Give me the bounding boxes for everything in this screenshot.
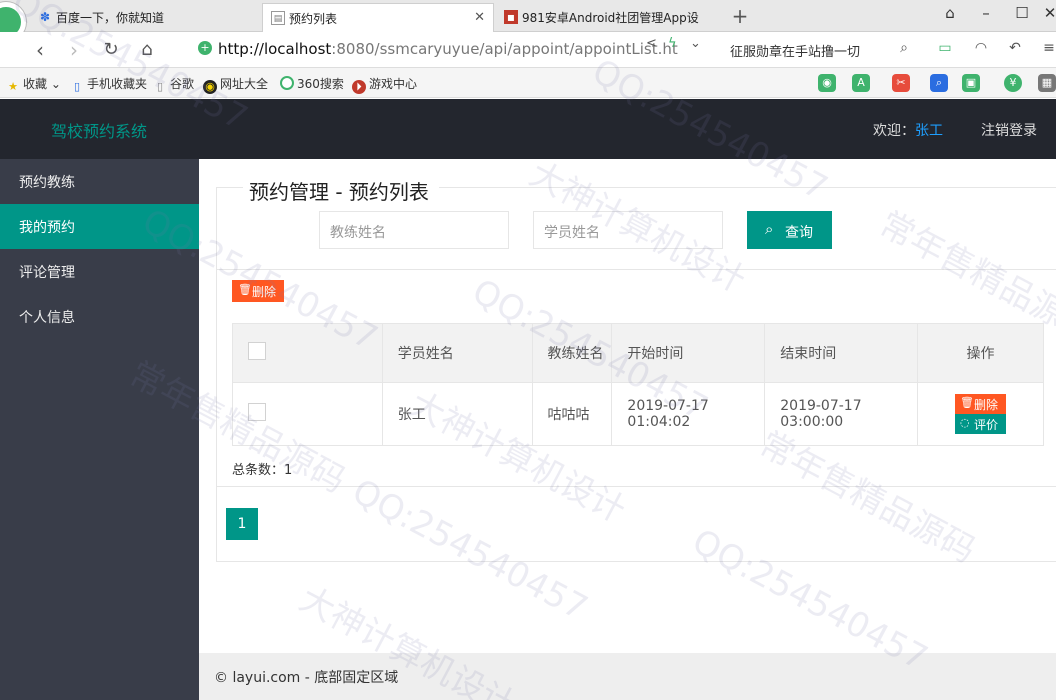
col-end-time: 结束时间 [764,323,919,383]
bookmark-360[interactable]: 360搜索 [280,75,344,92]
select-all-cell [232,323,383,383]
comment-icon: ◌ [960,416,970,429]
col-actions: 操作 [917,323,1044,383]
forward-icon[interactable]: › [62,38,86,62]
footer-text: © layui.com - 底部固定区域 [214,670,399,686]
share-icon[interactable]: < [646,36,657,51]
row-delete-button[interactable]: 🗑 删除 [955,394,1007,414]
batch-delete-button[interactable]: 🗑 删除 [232,280,284,302]
battery-icon[interactable]: ▭ [934,40,956,56]
chevron-down-icon[interactable]: ⌄ [690,36,701,51]
home-icon[interactable]: ⌂ [135,38,159,62]
total-count: 总条数：1 [232,463,293,478]
secure-icon: + [198,41,212,55]
cell-coach: 咕咕咕 [531,382,613,446]
back-icon[interactable]: ‹ [28,38,52,62]
row-select-cell [232,382,383,446]
footer: © layui.com - 底部固定区域 [199,653,1056,700]
bookmark-games[interactable]: ⏵ 游戏中心 [352,75,417,94]
lightning-icon[interactable]: ϟ [668,36,677,51]
url-text: http://localhost:8080/ssmcaryuyue/api/ap… [218,40,678,58]
paw-icon: ✽ [39,10,51,24]
browser-nav-bar: ‹ › ↻ ⌂ + http://localhost:8080/ssmcaryu… [0,32,1056,68]
search-button[interactable]: ⌕ 查询 [747,211,832,249]
tab-title: 981安卓Android社团管理App设 [522,11,699,25]
cell-student: 张工 [381,382,533,446]
reload-icon[interactable]: ↻ [99,38,123,62]
magnifier-icon[interactable]: ⌕ [930,74,948,92]
yen-icon[interactable]: ¥ [1004,74,1022,92]
chat-icon[interactable]: ◉ [818,74,836,92]
logout-link[interactable]: 注销登录 [981,120,1037,140]
divider [216,486,1056,487]
tab-title: 百度一下，你就知道 [56,11,165,25]
page-icon: ▤ [271,11,285,25]
search-icon: ⌕ [765,220,774,238]
cell-start: 2019-07-17 01:04:02 [611,382,766,446]
globe-icon: ◉ [203,80,217,94]
search-icon[interactable]: ⌕ [893,40,915,56]
sidebar-item-profile[interactable]: 个人信息 [0,294,199,339]
scissors-icon[interactable]: ✂ [892,74,910,92]
browser-tab-active[interactable]: ▤ 预约列表 ✕ [262,3,494,32]
site-icon: ▪ [504,10,518,24]
page-button-1[interactable]: 1 [226,508,258,540]
col-start-time: 开始时间 [611,323,766,383]
row-checkbox[interactable] [248,403,266,421]
cell-end: 2019-07-17 03:00:00 [764,382,919,446]
shirt-icon[interactable]: ⌂ [940,4,960,22]
divider [216,269,1056,270]
news-ticker[interactable]: 征服勋章在手站撸一切 [730,41,860,60]
game-icon: ⏵ [352,80,366,94]
cell-actions: 🗑 删除 ◌ 评价 [917,382,1044,446]
coach-name-input[interactable]: 教练姓名 [319,211,509,249]
headphones-icon[interactable]: ◠ [970,40,992,56]
star-icon: ★ [8,80,18,93]
close-window-icon[interactable]: ✕ [1040,4,1056,22]
bookmark-hao[interactable]: ◉ 网址大全 [203,75,268,94]
sidebar-item-comments[interactable]: 评论管理 [0,249,199,294]
bookmark-google[interactable]: ▯ 谷歌 [153,75,194,94]
360-icon [280,76,294,90]
menu-icon[interactable]: ≡ [1038,40,1056,56]
page-title: 预约管理 - 预约列表 [243,176,439,205]
student-name-input[interactable]: 学员姓名 [533,211,723,249]
trash-icon: 🗑 [238,283,252,296]
undo-icon[interactable]: ↶ [1004,40,1026,56]
sidebar: 预约教练 我的预约 评论管理 个人信息 [0,159,199,700]
address-bar[interactable]: + http://localhost:8080/ssmcaryuyue/api/… [190,37,710,63]
table-header-row: 学员姓名 教练姓名 开始时间 结束时间 操作 [232,323,1044,383]
phone-icon: ▯ [73,80,81,93]
main-content: 预约管理 - 预约列表 教练姓名 学员姓名 ⌕ 查询 🗑 删除 学员姓名 教练姓… [199,159,1056,653]
gamepad-icon[interactable]: ▣ [962,74,980,92]
minimize-icon[interactable]: – [976,4,996,22]
table-row: 张工 咕咕咕 2019-07-17 01:04:02 2019-07-17 03… [232,382,1044,446]
browser-tab-bar: ✽ 百度一下，你就知道 ▤ 预约列表 ✕ ▪ 981安卓Android社团管理A… [0,0,1056,42]
app-logo[interactable]: 驾校预约系统 [51,118,147,142]
browser-tab-other[interactable]: ▪ 981安卓Android社团管理App设 [496,3,722,32]
col-student-name: 学员姓名 [381,323,533,383]
sidebar-item-my-appointments[interactable]: 我的预约 [0,204,199,249]
bookmark-favorites[interactable]: ★ 收藏 ⌄ [6,75,61,94]
welcome-text: 欢迎：张工 [873,123,943,139]
tab-title: 预约列表 [289,12,338,26]
bookmarks-bar: ★ 收藏 ⌄ ▯ 手机收藏夹 ▯ 谷歌 ◉ 网址大全 360搜索 ⏵ 游戏中心 ◉ A ✂… [0,68,1056,98]
page-icon: ▯ [156,80,164,93]
close-tab-icon[interactable]: ✕ [474,10,485,25]
maximize-icon[interactable]: ☐ [1012,4,1032,22]
grid-icon[interactable]: ▦ [1038,74,1056,92]
new-tab-button[interactable]: + [730,4,750,28]
browser-tab-baidu[interactable]: ✽ 百度一下，你就知道 [30,3,258,32]
row-review-button[interactable]: ◌ 评价 [955,414,1007,434]
app-header: 驾校预约系统 欢迎：张工 注销登录 [0,99,1056,159]
appointment-table: 学员姓名 教练姓名 开始时间 结束时间 操作 张工 咕咕咕 2019-07-17… [232,323,1044,446]
trash-icon: 🗑 [960,396,975,409]
sidebar-item-book-coach[interactable]: 预约教练 [0,159,199,204]
translate-icon[interactable]: A [852,74,870,92]
select-all-checkbox[interactable] [248,342,266,360]
col-coach-name: 教练姓名 [531,323,613,383]
bookmark-mobile[interactable]: ▯ 手机收藏夹 [70,75,147,94]
username-link[interactable]: 张工 [915,123,943,139]
